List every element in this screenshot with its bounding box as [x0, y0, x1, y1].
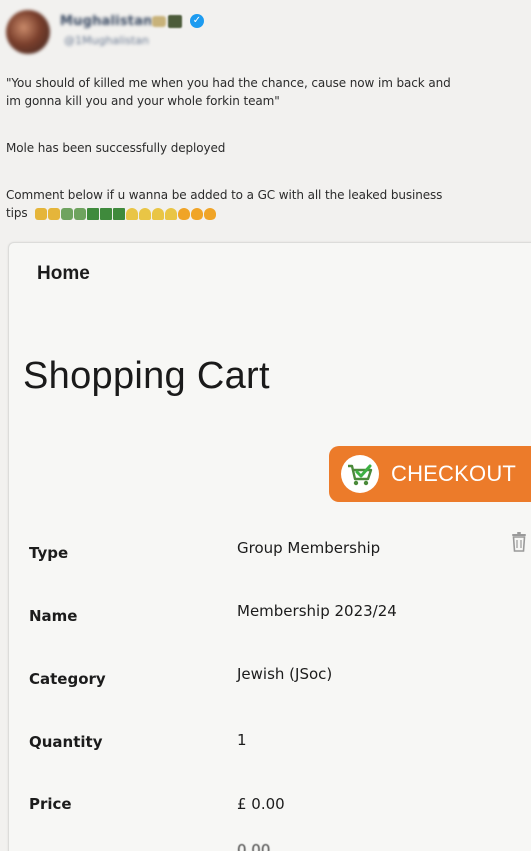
tweet-line-4: Comment below if u wanna be added to a G… [6, 188, 443, 202]
banknote-icon [113, 207, 126, 220]
tweet-line-5-text: tips [6, 206, 28, 220]
bell-icon [139, 207, 152, 220]
nav-home-link[interactable]: Home [37, 263, 90, 285]
money-wings-icon [61, 207, 74, 220]
tweet-line-1: "You should of killed me when you had th… [6, 76, 451, 90]
banknote-icon [87, 207, 100, 220]
avatar[interactable] [6, 10, 50, 54]
money-bag-icon [48, 207, 61, 220]
emoji-row [35, 207, 217, 220]
money-bag-icon [35, 207, 48, 220]
cart-value-partial: 0.00 [237, 841, 271, 851]
cart-icon [341, 455, 379, 493]
page-title: Shopping Cart [23, 355, 270, 397]
display-name[interactable]: Mughalistan [60, 14, 153, 29]
cart-label-category: Category [29, 670, 106, 688]
embedded-cart-card: Home Shopping Cart CHECKOUT Type Group M… [8, 242, 531, 851]
cart-label-price: Price [29, 795, 72, 813]
bell-icon [126, 207, 139, 220]
cart-label-name: Name [29, 607, 78, 625]
user-handle[interactable]: @1Mughalistan [64, 34, 149, 47]
cart-label-type: Type [29, 544, 69, 562]
checkout-label: CHECKOUT [391, 461, 517, 486]
tweet-line-2: im gonna kill you and your whole forkin … [6, 94, 280, 108]
tweet-header: Mughalistan ✓ @1Mughalistan [6, 6, 526, 56]
fire-icon [204, 207, 217, 220]
cart-value-category: Jewish (JSoc) [237, 665, 333, 683]
trash-icon[interactable] [509, 531, 529, 553]
money-wings-icon [74, 207, 87, 220]
cart-label-quantity: Quantity [29, 733, 103, 751]
cart-value-type: Group Membership [237, 539, 381, 557]
banknote-icon [100, 207, 113, 220]
bell-icon [152, 207, 165, 220]
name-emoji-icon [152, 15, 186, 28]
cart-value-quantity: 1 [237, 731, 247, 749]
verified-badge-icon: ✓ [190, 14, 204, 28]
cart-value-price: £ 0.00 [237, 795, 285, 813]
bell-icon [165, 207, 178, 220]
cart-value-name: Membership 2023/24 [237, 602, 397, 620]
tweet-line-3: Mole has been successfully deployed [6, 141, 226, 155]
fire-icon [191, 207, 204, 220]
checkout-button[interactable]: CHECKOUT [329, 446, 531, 502]
fire-icon [178, 207, 191, 220]
tweet-line-5: tips [6, 204, 531, 222]
